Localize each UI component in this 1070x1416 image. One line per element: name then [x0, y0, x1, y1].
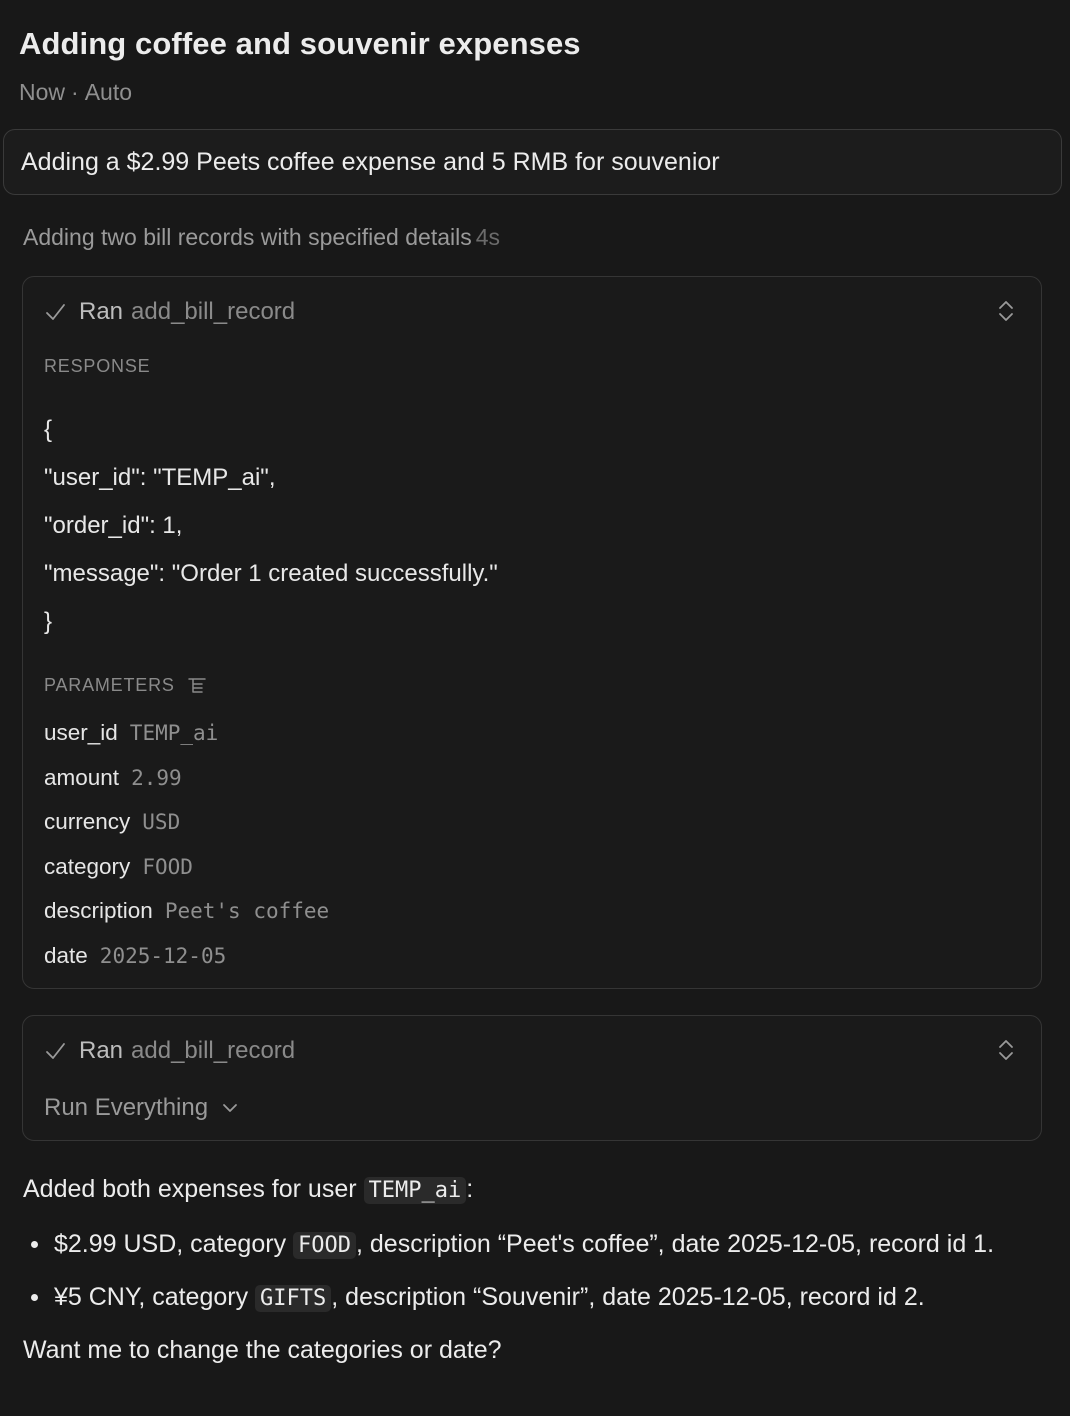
user-prompt-bubble[interactable]: Adding a $2.99 Peets coffee expense and …	[3, 129, 1062, 195]
tool-name: add_bill_record	[131, 298, 296, 325]
parameter-row: date 2025-12-05	[44, 934, 329, 979]
tool-name: add_bill_record	[131, 1037, 296, 1064]
tool-call-header[interactable]: Ran add_bill_record	[44, 297, 295, 327]
inline-code: GIFTS	[255, 1285, 332, 1312]
thinking-label: Adding two bill records with specified d…	[23, 224, 472, 250]
parameters-header: PARAMETERS	[44, 675, 207, 696]
check-icon	[46, 1043, 65, 1059]
parameter-row: category FOOD	[44, 845, 329, 890]
response-json: { "user_id": "TEMP_ai", "order_id": 1, "…	[44, 406, 498, 646]
tool-call-card-expanded: Ran add_bill_record RESPONSE { "user_id"…	[22, 276, 1042, 989]
model-mode[interactable]: Auto	[85, 79, 132, 105]
tool-call-card-collapsed: Ran add_bill_record Run Everything	[22, 1015, 1042, 1141]
chat-page: Adding coffee and souvenir expenses Now ·…	[0, 0, 1070, 1416]
list-item-text: ¥5 CNY, category	[54, 1283, 256, 1311]
list-item: $2.99 USD, category FOOD, description “P…	[23, 1225, 1048, 1265]
user-prompt-text: Adding a $2.99 Peets coffee expense and …	[21, 148, 720, 176]
parameter-value: 2.99	[131, 765, 182, 790]
parameter-key: date	[44, 942, 88, 968]
ran-label: Ran	[79, 298, 124, 325]
thinking-summary[interactable]: Adding two bill records with specified d…	[23, 224, 500, 251]
tree-view-icon[interactable]	[187, 677, 207, 695]
json-line: {	[44, 416, 53, 443]
json-line: }	[44, 608, 53, 635]
parameter-value: Peet's coffee	[164, 899, 330, 924]
summary-intro-colon: :	[466, 1175, 474, 1203]
summary-intro-text: Added both expenses for user	[23, 1175, 364, 1203]
inline-code: FOOD	[293, 1232, 356, 1259]
parameter-row: description Peet's coffee	[44, 889, 329, 934]
parameter-key: user_id	[44, 720, 118, 746]
list-item-text: $2.99 USD, category	[54, 1230, 294, 1258]
parameter-value: FOOD	[142, 854, 193, 879]
inline-code: TEMP_ai	[363, 1177, 467, 1204]
parameter-value: 2025-12-05	[99, 943, 227, 968]
list-item-text: , description “Peet's coffee”, date 2025…	[356, 1230, 995, 1258]
summary-intro: Added both expenses for user TEMP_ai:	[23, 1170, 1048, 1210]
thinking-duration: 4s	[475, 224, 501, 250]
parameters-label: PARAMETERS	[44, 675, 175, 695]
parameters-list: user_id TEMP_ai amount 2.99 currency USD…	[44, 711, 329, 978]
page-title: Adding coffee and souvenir expenses	[19, 26, 581, 61]
json-line: "user_id": "TEMP_ai",	[44, 464, 276, 491]
parameter-key: amount	[44, 764, 120, 790]
tool-call-header[interactable]: Ran add_bill_record	[44, 1036, 295, 1066]
list-item: ¥5 CNY, category GIFTS, description “Sou…	[23, 1278, 1048, 1318]
chevron-up-down-icon[interactable]	[997, 299, 1015, 323]
list-item-text: , description “Souvenir”, date 2025-12-0…	[331, 1283, 925, 1311]
parameter-row: currency USD	[44, 800, 329, 845]
parameter-key: currency	[44, 809, 131, 835]
timestamp: Now	[19, 79, 66, 105]
closing-question: Want me to change the categories or date…	[23, 1336, 502, 1364]
parameter-row: amount 2.99	[44, 756, 329, 801]
summary-list: $2.99 USD, category FOOD, description “P…	[23, 1225, 1048, 1318]
assistant-message: Added both expenses for user TEMP_ai: $2…	[23, 1170, 1048, 1369]
json-line: "order_id": 1,	[44, 512, 183, 539]
chevron-down-icon	[223, 1104, 237, 1112]
run-mode-label: Run Everything	[44, 1094, 209, 1121]
parameter-key: category	[44, 853, 131, 879]
parameter-row: user_id TEMP_ai	[44, 711, 329, 756]
ran-label: Ran	[79, 1037, 124, 1064]
run-mode-dropdown[interactable]: Run Everything	[44, 1094, 238, 1122]
check-icon	[46, 304, 65, 320]
conversation-meta: Now · Auto	[19, 79, 132, 106]
response-label: RESPONSE	[44, 356, 151, 376]
parameter-value: TEMP_ai	[129, 721, 219, 746]
parameter-key: description	[44, 898, 153, 924]
json-line: "message": "Order 1 created successfully…	[44, 560, 498, 587]
meta-separator: ·	[71, 79, 79, 105]
parameter-value: USD	[142, 810, 181, 835]
chevron-up-down-icon[interactable]	[997, 1038, 1015, 1062]
